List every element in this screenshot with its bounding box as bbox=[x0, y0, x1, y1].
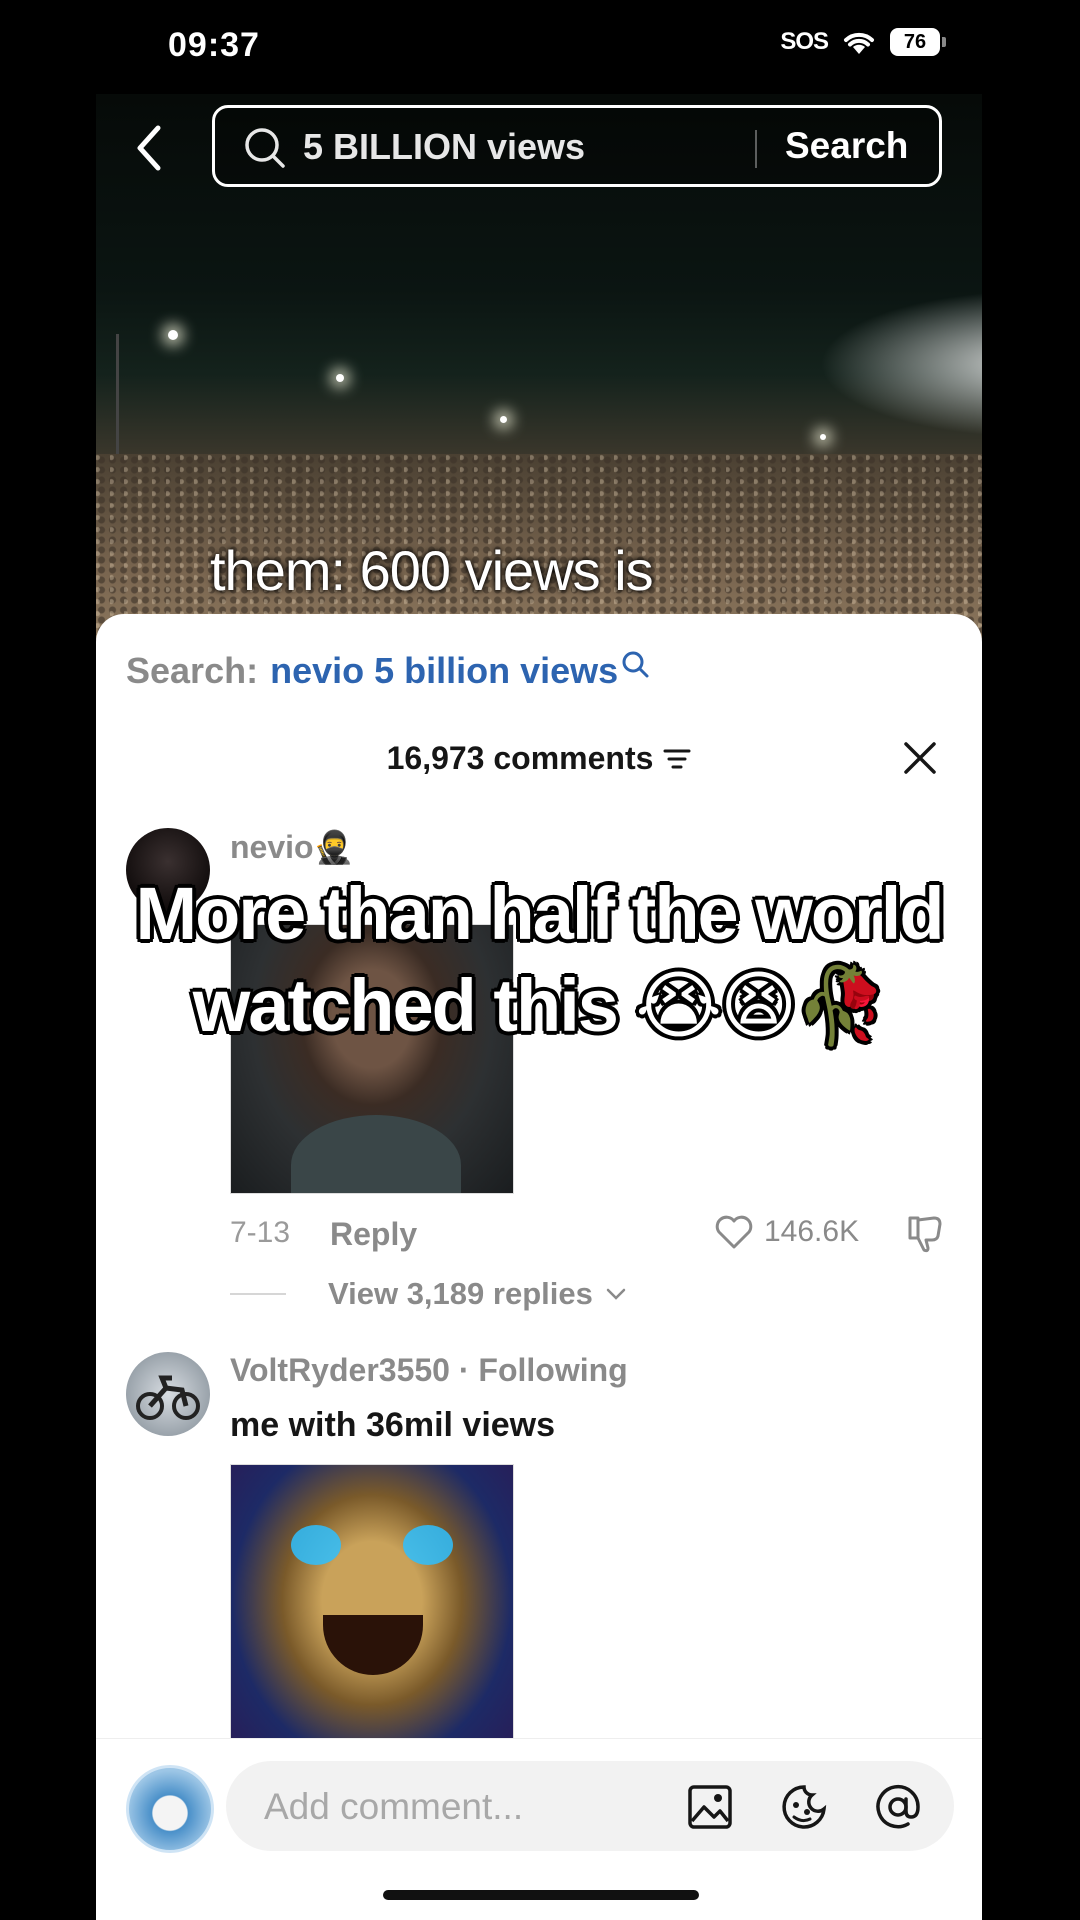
comment-username[interactable]: VoltRyder3550 · Following bbox=[230, 1352, 628, 1389]
back-arrow-icon[interactable] bbox=[130, 120, 170, 176]
comments-sheet: Search: nevio 5 billion views 16,973 com… bbox=[96, 614, 982, 1920]
search-input[interactable]: 5 BILLION views bbox=[303, 126, 585, 168]
video-street-light bbox=[168, 330, 178, 340]
search-icon bbox=[622, 651, 649, 678]
view-replies-button[interactable]: View 3,189 replies bbox=[230, 1276, 627, 1312]
search-icon bbox=[245, 128, 285, 168]
overlay-caption-line: watched this 😭😫🥀 bbox=[192, 964, 888, 1047]
image-shirt bbox=[291, 1115, 461, 1193]
image-icon[interactable] bbox=[686, 1783, 734, 1831]
comment-text: me with 36mil views bbox=[230, 1406, 556, 1444]
comment-image[interactable] bbox=[230, 1464, 514, 1766]
wifi-icon bbox=[844, 32, 874, 54]
home-indicator[interactable] bbox=[383, 1890, 699, 1900]
related-search-term[interactable]: nevio 5 billion views bbox=[270, 650, 618, 692]
related-search[interactable]: Search: nevio 5 billion views bbox=[126, 650, 650, 692]
view-replies-label: View 3,189 replies bbox=[328, 1276, 593, 1311]
video-street-light bbox=[500, 416, 507, 423]
video-street-light bbox=[820, 434, 826, 440]
related-search-label: Search: bbox=[126, 650, 259, 691]
search-button[interactable]: Search bbox=[785, 125, 908, 167]
comment-input[interactable]: Add comment... bbox=[226, 1761, 954, 1851]
dislike-icon[interactable] bbox=[904, 1212, 946, 1254]
user-avatar[interactable] bbox=[126, 1765, 214, 1853]
status-time: 09:37 bbox=[168, 26, 260, 64]
status-indicators: SOS 76 bbox=[780, 28, 946, 56]
battery-indicator: 76 bbox=[890, 28, 946, 56]
chevron-down-icon bbox=[606, 1288, 626, 1300]
heart-icon bbox=[715, 1215, 753, 1249]
comment-input-placeholder: Add comment... bbox=[264, 1786, 524, 1827]
video-street-light bbox=[336, 374, 344, 382]
overlay-caption-line: More than half the world bbox=[135, 872, 944, 955]
comment-count: 16,973 comments bbox=[386, 740, 654, 776]
avatar[interactable] bbox=[126, 1352, 210, 1436]
comment-count-header: 16,973 comments bbox=[96, 740, 982, 777]
sort-icon[interactable] bbox=[663, 747, 691, 771]
sos-indicator: SOS bbox=[780, 28, 829, 55]
search-divider bbox=[755, 130, 757, 168]
search-bar[interactable]: 5 BILLION views Search bbox=[212, 105, 942, 187]
mention-icon[interactable] bbox=[874, 1783, 922, 1831]
image-eye bbox=[403, 1525, 453, 1565]
motorbike-icon bbox=[136, 1375, 200, 1420]
comment-date: 7-13 bbox=[230, 1216, 291, 1249]
video-caption: them: 600 views is bbox=[210, 539, 654, 602]
emoji-icon[interactable] bbox=[780, 1783, 828, 1831]
replies-divider bbox=[230, 1293, 286, 1295]
comment-username[interactable]: nevio🥷 bbox=[230, 828, 353, 866]
overlay-caption: More than half the world watched this 😭😫… bbox=[96, 868, 982, 1052]
comment-composer: Add comment... bbox=[96, 1738, 982, 1869]
image-eye bbox=[291, 1525, 341, 1565]
video-light-glow bbox=[802, 284, 982, 444]
status-bar: 09:37 SOS 76 bbox=[0, 0, 1080, 94]
close-icon[interactable] bbox=[902, 740, 938, 776]
reply-button[interactable]: Reply bbox=[330, 1216, 417, 1253]
image-mouth bbox=[323, 1615, 423, 1675]
like-count: 146.6K bbox=[764, 1215, 860, 1248]
like-button[interactable]: 146.6K bbox=[714, 1214, 859, 1250]
